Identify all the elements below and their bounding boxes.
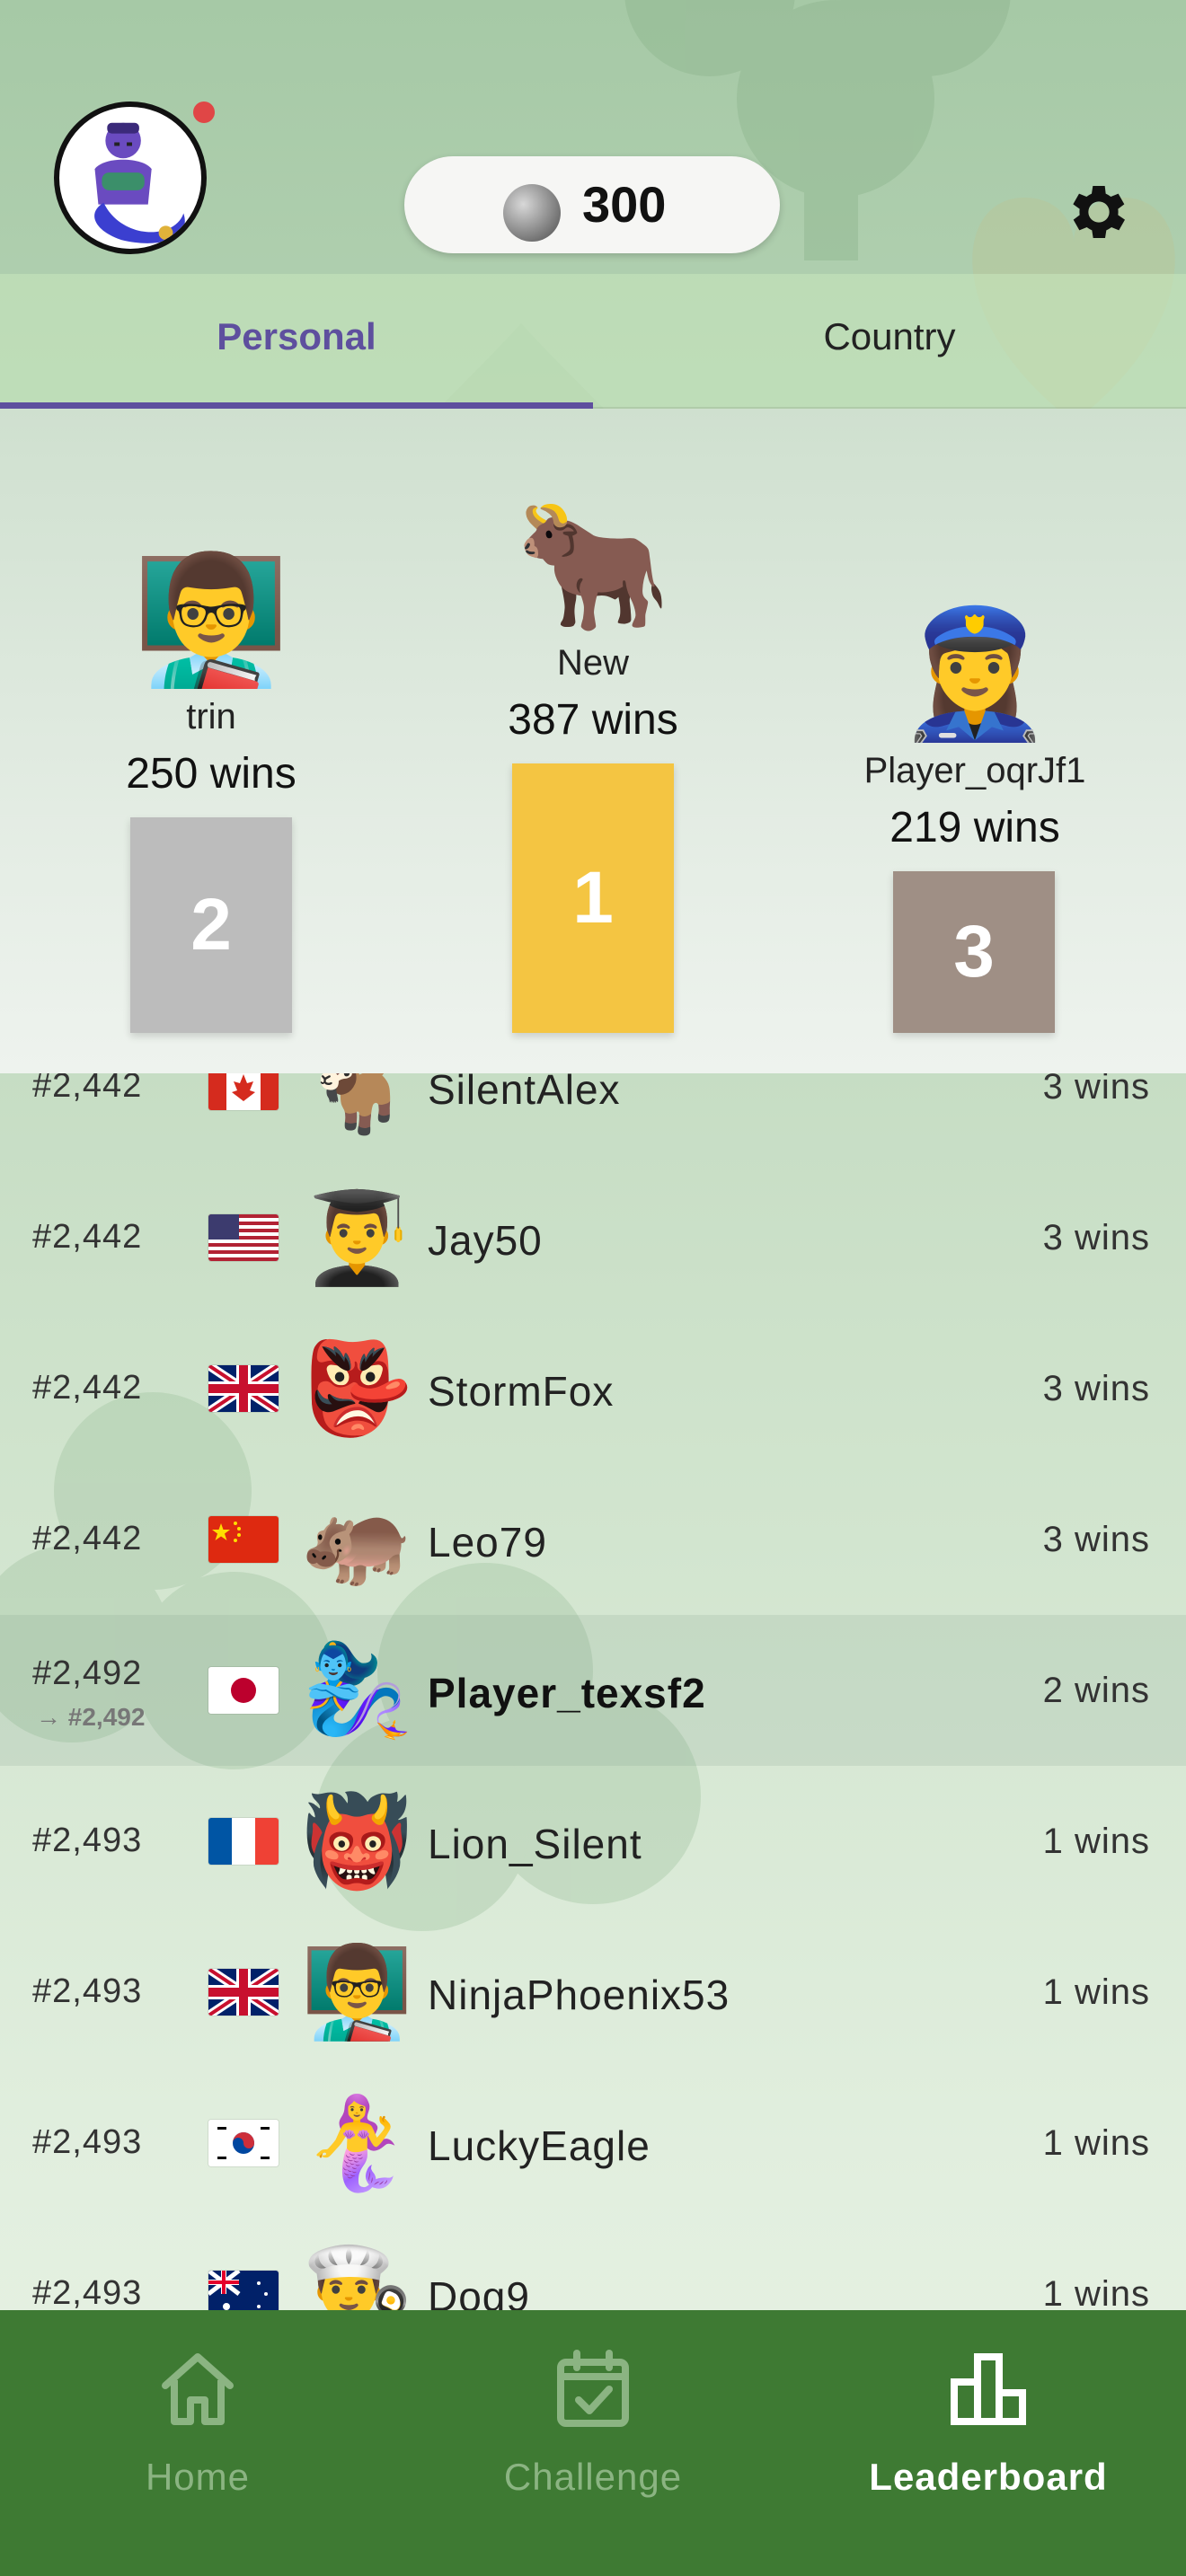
- player-avatar: 👨‍🏫: [301, 1942, 413, 2042]
- rank-label: #2,442: [32, 1218, 143, 1256]
- rank-label: #2,493: [32, 2274, 143, 2310]
- player-avatar: 👨‍🎓: [301, 1187, 413, 1288]
- nav-home-label: Home: [145, 2456, 251, 2498]
- player-avatar: 🧜‍♀️: [301, 2093, 413, 2193]
- player-wins: 1 wins: [1042, 1822, 1150, 1861]
- rank-label: #2,442: [32, 1073, 143, 1105]
- first-place-name: New: [556, 643, 630, 683]
- player-wins: 1 wins: [1042, 2274, 1150, 2310]
- rank-label: #2,493: [32, 1972, 143, 2010]
- second-place-avatar: 👨‍🏫: [132, 549, 290, 690]
- bottom-navigation: Home Challenge Leaderboard: [0, 2310, 1186, 2576]
- leaderboard-row[interactable]: #2,442 🦛 Leo79 3 wins: [0, 1464, 1186, 1615]
- player-avatar: 🦛: [301, 1489, 413, 1590]
- leaderboard-row[interactable]: #2,493 🧜‍♀️ LuckyEagle 1 wins: [0, 2068, 1186, 2219]
- player-avatar: 👺: [301, 1338, 413, 1439]
- second-place-block: 2: [130, 817, 292, 1033]
- first-place-block: 1: [512, 763, 674, 1033]
- leaderboard-row[interactable]: #2,493 👨‍🍳 Dog9 1 wins: [0, 2219, 1186, 2310]
- nav-challenge-label: Challenge: [503, 2456, 683, 2498]
- third-place-name: Player_oqrJf1: [863, 751, 1086, 790]
- leaderboard-row[interactable]: #2,493 👨‍🏫 NinjaPhoenix53 1 wins: [0, 1917, 1186, 2068]
- third-place-wins: 219 wins: [890, 804, 1060, 851]
- nav-home[interactable]: Home: [0, 2310, 395, 2576]
- player-name: Jay50: [428, 1217, 543, 1264]
- second-place-name: trin: [186, 697, 236, 737]
- tab-country[interactable]: Country: [593, 314, 1186, 359]
- rank-label: #2,442: [32, 1520, 143, 1557]
- leaderboard-row[interactable]: #2,493 👹 Lion_Silent 1 wins: [0, 1766, 1186, 1917]
- player-wins: 2 wins: [1042, 1671, 1150, 1710]
- flag-china-icon: [208, 1516, 279, 1563]
- player-wins: 3 wins: [1042, 1218, 1150, 1257]
- player-name: StormFox: [428, 1368, 615, 1415]
- flag-usa-icon: [208, 1214, 279, 1261]
- flag-uk-icon: [208, 1365, 279, 1412]
- current-user-row[interactable]: #2,492 → #2,492 🧞‍♀️ Player_texsf2 2 win…: [0, 1615, 1186, 1766]
- player-avatar: 🐐: [301, 1073, 413, 1137]
- silver-coin-icon: [503, 184, 561, 242]
- flag-japan-icon: [208, 1667, 279, 1714]
- nav-challenge[interactable]: Challenge: [395, 2310, 791, 2576]
- top-bar: 300: [0, 0, 1186, 274]
- player-name: Dog9: [428, 2273, 530, 2310]
- nav-leaderboard[interactable]: Leaderboard: [791, 2310, 1186, 2576]
- third-place-avatar: 👮‍♀️: [896, 603, 1054, 744]
- rank-label: #2,442: [32, 1369, 143, 1407]
- flag-uk-icon: [208, 1969, 279, 2016]
- player-name: Leo79: [428, 1519, 547, 1566]
- leaderboard-row[interactable]: #2,442 👺 StormFox 3 wins: [0, 1313, 1186, 1464]
- top-three-podium: 👨‍🏫 trin 250 wins 2 🐂 New 387 wins 1 👮‍♀…: [0, 409, 1186, 1073]
- coin-count: 300: [582, 176, 667, 233]
- player-name: Player_texsf2: [428, 1670, 706, 1716]
- tab-personal[interactable]: Personal: [0, 314, 593, 359]
- rank-label: #2,493: [32, 1822, 143, 1859]
- player-wins: 1 wins: [1042, 1972, 1150, 2012]
- notification-dot: [193, 101, 215, 123]
- rank-label: #2,493: [32, 2123, 143, 2161]
- third-place-block: 3: [893, 871, 1055, 1033]
- leaderboard-row[interactable]: #2,442 🐐 SilentAlex 3 wins: [0, 1073, 1186, 1162]
- first-place-avatar: 🐂: [514, 495, 672, 636]
- player-name: LuckyEagle: [428, 2122, 651, 2169]
- player-wins: 3 wins: [1042, 1369, 1150, 1408]
- podium-icon: [951, 2353, 1026, 2425]
- home-icon: [162, 2353, 234, 2425]
- leaderboard-tabs: Personal Country: [0, 274, 1186, 409]
- calendar-check-icon: [557, 2350, 629, 2427]
- player-name: SilentAlex: [428, 1073, 621, 1113]
- leaderboard-row[interactable]: #2,442 👨‍🎓 Jay50 3 wins: [0, 1162, 1186, 1313]
- flag-south-korea-icon: [208, 2120, 279, 2166]
- player-wins: 3 wins: [1042, 1520, 1150, 1559]
- rank-label: #2,492: [32, 1654, 143, 1692]
- second-place-wins: 250 wins: [126, 750, 296, 798]
- player-name: NinjaPhoenix53: [428, 1972, 730, 2018]
- player-name: Lion_Silent: [428, 1821, 642, 1867]
- flag-australia-icon: [208, 2271, 279, 2310]
- coin-balance-pill[interactable]: 300: [404, 156, 780, 253]
- leaderboard-list[interactable]: #2,442 🐐 SilentAlex 3 wins #2,442 👨‍🎓 Ja…: [0, 1073, 1186, 2310]
- player-avatar: 👹: [301, 1791, 413, 1892]
- profile-avatar[interactable]: [54, 101, 207, 254]
- gear-icon[interactable]: [1063, 176, 1135, 248]
- player-wins: 3 wins: [1042, 1073, 1150, 1107]
- player-avatar: 👨‍🍳: [301, 2244, 413, 2310]
- player-wins: 1 wins: [1042, 2123, 1150, 2163]
- previous-rank-label: → #2,492: [36, 1703, 146, 1731]
- genie-avatar-icon: [94, 122, 185, 243]
- player-avatar: 🧞‍♀️: [301, 1640, 413, 1741]
- flag-canada-icon: [208, 1073, 279, 1110]
- first-place-wins: 387 wins: [508, 696, 678, 744]
- active-tab-indicator: [0, 402, 593, 409]
- nav-leaderboard-label: Leaderboard: [869, 2456, 1108, 2498]
- flag-france-icon: [208, 1818, 279, 1865]
